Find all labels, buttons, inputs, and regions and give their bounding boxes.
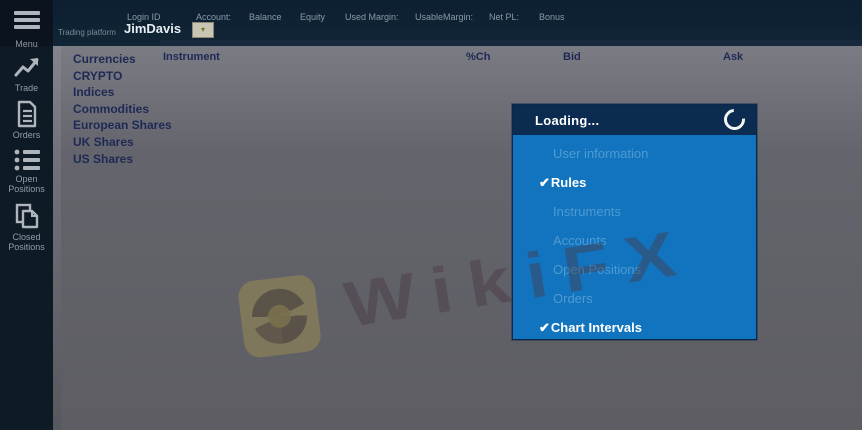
menu-button[interactable]: Menu bbox=[0, 0, 53, 49]
category-uk-shares[interactable]: UK Shares bbox=[73, 134, 172, 151]
documents-icon bbox=[15, 203, 38, 229]
sidebar-item-label: Closed Positions bbox=[8, 232, 45, 252]
loading-dialog-title: Loading... bbox=[535, 112, 600, 128]
equity-label: Equity bbox=[300, 12, 326, 22]
chart-line-icon bbox=[14, 58, 38, 77]
category-list: Currencies CRYPTO Indices Commodities Eu… bbox=[73, 51, 172, 167]
check-icon: ✔ bbox=[539, 175, 550, 190]
topbar-divider bbox=[160, 40, 862, 46]
loading-step-label: Rules bbox=[550, 175, 587, 190]
sidebar-item-open-positions[interactable]: Open Positions bbox=[0, 148, 53, 194]
loading-step-label: User information bbox=[553, 146, 649, 161]
loading-step-instruments: Instruments bbox=[513, 197, 756, 226]
hamburger-icon bbox=[13, 8, 40, 32]
loading-step-orders: Orders bbox=[513, 284, 756, 313]
loading-step-label: Accounts bbox=[553, 233, 607, 248]
menu-button-label: Menu bbox=[15, 39, 38, 49]
sidebar-item-label: Open Positions bbox=[8, 174, 45, 194]
category-currencies[interactable]: Currencies bbox=[73, 51, 172, 68]
used-margin-label: Used Margin: bbox=[345, 12, 399, 22]
list-icon bbox=[14, 149, 40, 171]
loading-step-label: Orders bbox=[553, 291, 593, 306]
sidebar: Trade Orders Open Positions Closed Posit… bbox=[0, 46, 53, 430]
login-id-value: JimDavis bbox=[124, 21, 182, 36]
loading-dialog-body: User information ✔Rules Instruments Acco… bbox=[513, 135, 756, 339]
panel-edge bbox=[53, 46, 61, 430]
account-label: Account: bbox=[196, 12, 232, 22]
category-indices[interactable]: Indices bbox=[73, 84, 172, 101]
loading-step-label: Chart Intervals bbox=[550, 320, 642, 335]
loading-step-label: Instruments bbox=[553, 204, 621, 219]
sidebar-item-trade[interactable]: Trade bbox=[0, 55, 53, 93]
balance-label: Balance bbox=[249, 12, 282, 22]
trading-platform-screen: Menu Trading platform Login ID JimDavis … bbox=[0, 0, 862, 430]
loading-step-user-information: User information bbox=[513, 139, 756, 168]
usable-margin-label: UsableMargin: bbox=[415, 12, 474, 22]
sidebar-item-closed-positions[interactable]: Closed Positions bbox=[0, 202, 53, 252]
chevron-down-icon: ▾ bbox=[200, 25, 205, 34]
sidebar-item-orders[interactable]: Orders bbox=[0, 100, 53, 140]
loading-step-open-positions: Open Positions bbox=[513, 255, 756, 284]
column-header-pch: %Ch bbox=[466, 51, 491, 63]
bonus-label: Bonus bbox=[539, 12, 565, 22]
loading-step-label: Open Positions bbox=[553, 262, 642, 277]
category-commodities[interactable]: Commodities bbox=[73, 101, 172, 118]
check-icon: ✔ bbox=[539, 320, 550, 335]
watchlist-panel: Instrument %Ch Bid Ask Currencies CRYPTO… bbox=[53, 46, 862, 430]
account-select[interactable]: ▾ bbox=[192, 22, 214, 38]
category-us-shares[interactable]: US Shares bbox=[73, 151, 172, 168]
loading-dialog: Loading... User information ✔Rules Instr… bbox=[512, 104, 757, 340]
loading-step-chart-intervals: ✔Chart Intervals bbox=[513, 313, 756, 342]
net-pl-label: Net PL: bbox=[489, 12, 520, 22]
loading-step-rules: ✔Rules bbox=[513, 168, 756, 197]
column-header-bid: Bid bbox=[563, 51, 581, 63]
topbar: Menu Trading platform Login ID JimDavis … bbox=[0, 0, 862, 49]
loading-dialog-header: Loading... bbox=[513, 104, 756, 135]
document-icon bbox=[17, 100, 36, 128]
column-header-ask: Ask bbox=[723, 51, 744, 63]
sidebar-item-label: Trade bbox=[14, 83, 39, 93]
spinner-icon bbox=[719, 104, 750, 135]
loading-step-accounts: Accounts bbox=[513, 226, 756, 255]
platform-name: Trading platform bbox=[58, 28, 116, 37]
category-crypto[interactable]: CRYPTO bbox=[73, 68, 172, 85]
sidebar-item-label: Orders bbox=[12, 130, 41, 140]
category-european-shares[interactable]: European Shares bbox=[73, 117, 172, 134]
